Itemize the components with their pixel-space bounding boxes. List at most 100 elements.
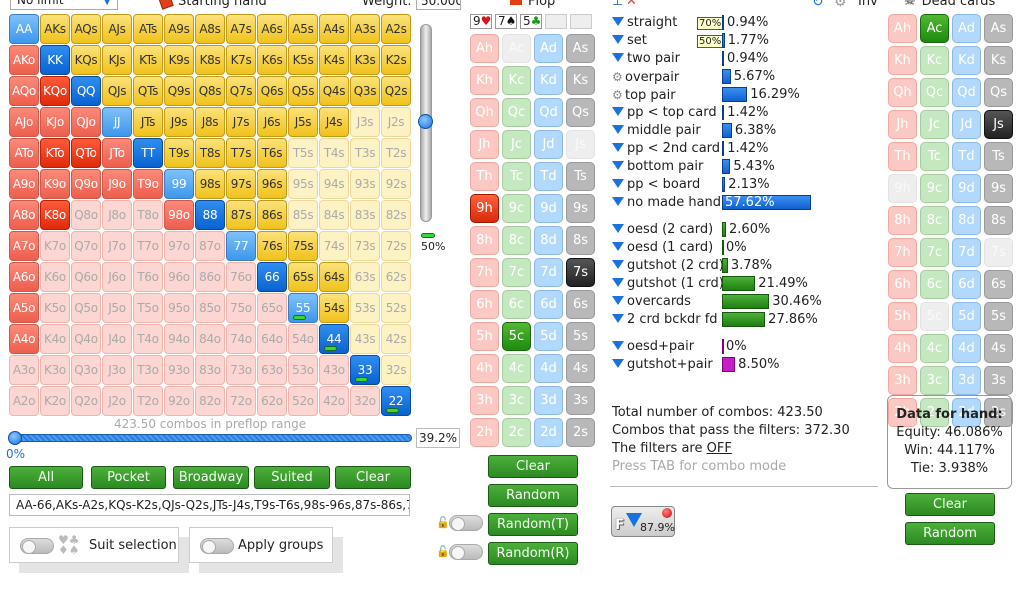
flop-card-Js[interactable]: Js: [566, 130, 595, 159]
hand-cell-84o[interactable]: 84o: [195, 324, 225, 354]
hand-cell-86o[interactable]: 86o: [195, 262, 225, 292]
hand-cell-K9s[interactable]: K9s: [164, 45, 194, 75]
flop-card-7c[interactable]: 7c: [502, 258, 531, 287]
filter-funnel-icon[interactable]: [612, 161, 624, 170]
hand-cell-A9s[interactable]: A9s: [164, 14, 194, 44]
hand-cell-73o[interactable]: 73o: [226, 355, 256, 385]
filter-funnel-icon[interactable]: [612, 341, 624, 350]
flop-card-9s[interactable]: 9s: [566, 194, 595, 223]
dead-card-6c[interactable]: 6c: [920, 270, 949, 299]
hand-cell-QJo[interactable]: QJo: [71, 107, 101, 137]
hand-cell-53o[interactable]: 53o: [288, 355, 318, 385]
hand-cell-T4o[interactable]: T4o: [133, 324, 163, 354]
hand-cell-52o[interactable]: 52o: [288, 386, 318, 416]
hand-cell-AQo[interactable]: AQo: [9, 76, 39, 106]
flop-card-Ks[interactable]: Ks: [566, 66, 595, 95]
hand-cell-KJo[interactable]: KJo: [40, 107, 70, 137]
hand-cell-87o[interactable]: 87o: [195, 231, 225, 261]
stat-row-pp-board[interactable]: pp < board: [612, 176, 700, 194]
filter-funnel-icon[interactable]: [612, 197, 624, 206]
hand-cell-A7s[interactable]: A7s: [226, 14, 256, 44]
flop-card-Jh[interactable]: Jh: [470, 130, 499, 159]
hand-cell-QQ[interactable]: QQ: [71, 76, 101, 106]
dead-card-9h[interactable]: 9h: [888, 174, 917, 203]
hand-cell-Q6s[interactable]: Q6s: [257, 76, 287, 106]
flop-card-9c[interactable]: 9c: [502, 194, 531, 223]
gear-icon[interactable]: ⚙: [612, 86, 623, 104]
hand-cell-A6o[interactable]: A6o: [9, 262, 39, 292]
dead-card-Tc[interactable]: Tc: [920, 142, 949, 171]
flop-card-8h[interactable]: 8h: [470, 226, 499, 255]
dead-card-Js[interactable]: Js: [984, 110, 1013, 139]
hand-cell-K4s[interactable]: K4s: [319, 45, 349, 75]
hand-cell-98o[interactable]: 98o: [164, 200, 194, 230]
hand-cell-T2s[interactable]: T2s: [381, 138, 411, 168]
hand-cell-63s[interactable]: 63s: [350, 262, 380, 292]
hand-cell-J2o[interactable]: J2o: [102, 386, 132, 416]
hand-cell-JTs[interactable]: JTs: [133, 107, 163, 137]
hand-cell-J5s[interactable]: J5s: [288, 107, 318, 137]
hand-cell-Q2o[interactable]: Q2o: [71, 386, 101, 416]
hand-cell-76o[interactable]: 76o: [226, 262, 256, 292]
hand-cell-K7s[interactable]: K7s: [226, 45, 256, 75]
flop-card-7s[interactable]: 7s: [566, 258, 595, 287]
flop-card-Jd[interactable]: Jd: [534, 130, 563, 159]
hand-cell-K3o[interactable]: K3o: [40, 355, 70, 385]
flop-card-6c[interactable]: 6c: [502, 290, 531, 319]
stat-row-gutshot-1-crd-[interactable]: gutshot (1 crd): [612, 275, 724, 293]
random-turn-toggle[interactable]: [449, 515, 483, 531]
flop-card-5d[interactable]: 5d: [534, 322, 563, 351]
hand-cell-63o[interactable]: 63o: [257, 355, 287, 385]
hand-cell-T9o[interactable]: T9o: [133, 169, 163, 199]
hand-cell-J4o[interactable]: J4o: [102, 324, 132, 354]
stat-row-overpair[interactable]: ⚙ overpair: [612, 68, 679, 86]
hand-cell-QJs[interactable]: QJs: [102, 76, 132, 106]
hand-cell-T8s[interactable]: T8s: [195, 138, 225, 168]
hand-cell-T6o[interactable]: T6o: [133, 262, 163, 292]
flop-card-6h[interactable]: 6h: [470, 290, 499, 319]
hand-cell-97s[interactable]: 97s: [226, 169, 256, 199]
flop-card-3d[interactable]: 3d: [534, 386, 563, 415]
flop-card-5c[interactable]: 5c: [502, 322, 531, 351]
random-turn-button[interactable]: Random(T): [488, 513, 578, 536]
flop-card-9h[interactable]: 9h: [470, 194, 499, 223]
hand-cell-T3s[interactable]: T3s: [350, 138, 380, 168]
hand-cell-53s[interactable]: 53s: [350, 293, 380, 323]
hand-cell-62s[interactable]: 62s: [381, 262, 411, 292]
flop-card-8c[interactable]: 8c: [502, 226, 531, 255]
hand-cell-J8s[interactable]: J8s: [195, 107, 225, 137]
random-river-toggle[interactable]: [449, 544, 483, 560]
hand-cell-TT[interactable]: TT: [133, 138, 163, 168]
hand-cell-A4s[interactable]: A4s: [319, 14, 349, 44]
hand-cell-22[interactable]: 22: [381, 386, 411, 416]
dead-card-3s[interactable]: 3s: [984, 366, 1013, 395]
hand-cell-Q7s[interactable]: Q7s: [226, 76, 256, 106]
range-slider-handle[interactable]: [8, 431, 22, 445]
stat-row-two-pair[interactable]: two pair: [612, 50, 680, 68]
flop-card-2h[interactable]: 2h: [470, 418, 499, 447]
dead-card-Qs[interactable]: Qs: [984, 78, 1013, 107]
dead-card-7d[interactable]: 7d: [952, 238, 981, 267]
hand-cell-Q8s[interactable]: Q8s: [195, 76, 225, 106]
dead-card-3c[interactable]: 3c: [920, 366, 949, 395]
hand-cell-A2s[interactable]: A2s: [381, 14, 411, 44]
hand-cell-Q6o[interactable]: Q6o: [71, 262, 101, 292]
flop-card-3s[interactable]: 3s: [566, 386, 595, 415]
stat-row-straight[interactable]: straight: [612, 14, 677, 32]
stat-row-gutshot-pair[interactable]: gutshot+pair: [612, 356, 713, 374]
hand-cell-T5s[interactable]: T5s: [288, 138, 318, 168]
dead-card-8c[interactable]: 8c: [920, 206, 949, 235]
hand-cell-A8o[interactable]: A8o: [9, 200, 39, 230]
threshold-tag[interactable]: 50%: [697, 35, 724, 48]
dead-card-Ad[interactable]: Ad: [952, 14, 981, 43]
hand-cell-J7o[interactable]: J7o: [102, 231, 132, 261]
hand-cell-J7s[interactable]: J7s: [226, 107, 256, 137]
hand-cell-42s[interactable]: 42s: [381, 324, 411, 354]
hand-cell-A8s[interactable]: A8s: [195, 14, 225, 44]
hand-cell-75o[interactable]: 75o: [226, 293, 256, 323]
dead-card-4s[interactable]: 4s: [984, 334, 1013, 363]
hand-cell-83s[interactable]: 83s: [350, 200, 380, 230]
hand-cell-AQs[interactable]: AQs: [71, 14, 101, 44]
hand-cell-92o[interactable]: 92o: [164, 386, 194, 416]
dead-card-Td[interactable]: Td: [952, 142, 981, 171]
